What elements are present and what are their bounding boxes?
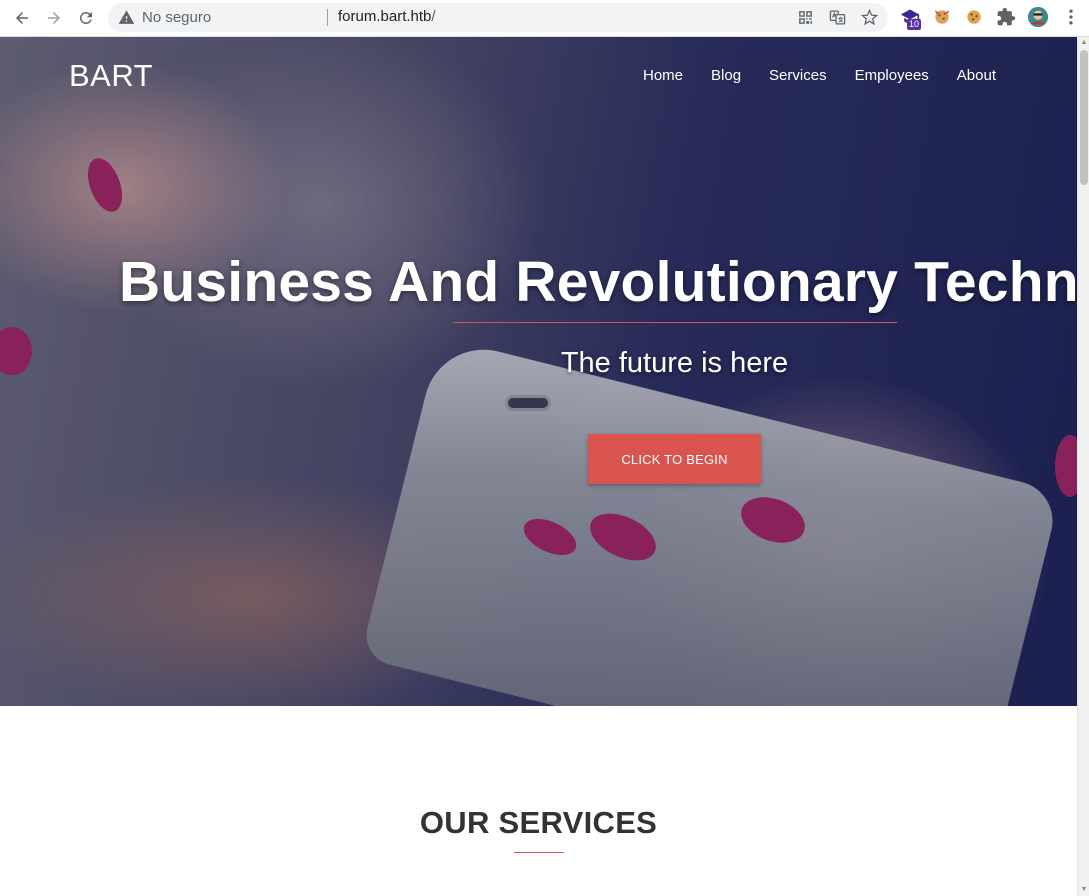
cookie-editor-extension-icon[interactable] [932, 7, 952, 27]
hero-title: Business And Revolutionary Techno [119, 250, 1077, 314]
url-path: / [431, 8, 436, 25]
browser-menu-icon[interactable] [1061, 7, 1081, 27]
site-menu: Home Blog Services Employees About [643, 67, 996, 84]
url-host: forum.bart.htb [338, 8, 432, 25]
nav-employees[interactable]: Employees [855, 67, 929, 84]
hero-subtitle: The future is here [560, 347, 789, 379]
click-to-begin-button[interactable]: CLICK TO BEGIN [588, 434, 761, 484]
security-status[interactable]: No seguro [142, 9, 211, 26]
qr-code-icon[interactable] [797, 9, 814, 26]
back-arrow-icon[interactable] [10, 6, 34, 30]
site-logo[interactable]: BART [69, 58, 153, 94]
hero-title-underline [453, 322, 897, 323]
forward-arrow-icon[interactable] [42, 6, 66, 30]
omnibox-divider [327, 9, 328, 26]
scroll-up-icon[interactable]: ▲ [1080, 39, 1088, 47]
page-viewport: BART Home Blog Services Employees About … [0, 37, 1077, 896]
hero-section: BART Home Blog Services Employees About … [0, 37, 1077, 706]
translate-icon[interactable] [829, 9, 846, 26]
extension-badge: 10 [907, 19, 922, 30]
scroll-down-icon[interactable]: ▼ [1080, 886, 1088, 894]
nav-services[interactable]: Services [769, 67, 827, 84]
cookie-extension-icon[interactable] [964, 7, 984, 27]
nav-blog[interactable]: Blog [711, 67, 741, 84]
scrollbar-thumb[interactable] [1080, 50, 1088, 185]
url-text[interactable]: forum.bart.htb/ [338, 7, 436, 27]
site-navbar: BART Home Blog Services Employees About [0, 37, 1077, 117]
browser-toolbar: No seguro forum.bart.htb/ 10 [0, 0, 1089, 37]
nav-home[interactable]: Home [643, 67, 683, 84]
warning-icon [118, 10, 135, 24]
extensions-puzzle-icon[interactable] [996, 7, 1016, 27]
address-bar[interactable]: No seguro forum.bart.htb/ [108, 3, 888, 32]
services-heading: OUR SERVICES [419, 805, 658, 840]
bookmark-star-icon[interactable] [861, 9, 878, 26]
services-heading-underline [514, 852, 564, 853]
profile-avatar-icon[interactable] [1027, 6, 1049, 28]
reload-icon[interactable] [74, 6, 98, 30]
page-scrollbar[interactable]: ▲ ▼ [1077, 37, 1089, 896]
nav-about[interactable]: About [957, 67, 996, 84]
